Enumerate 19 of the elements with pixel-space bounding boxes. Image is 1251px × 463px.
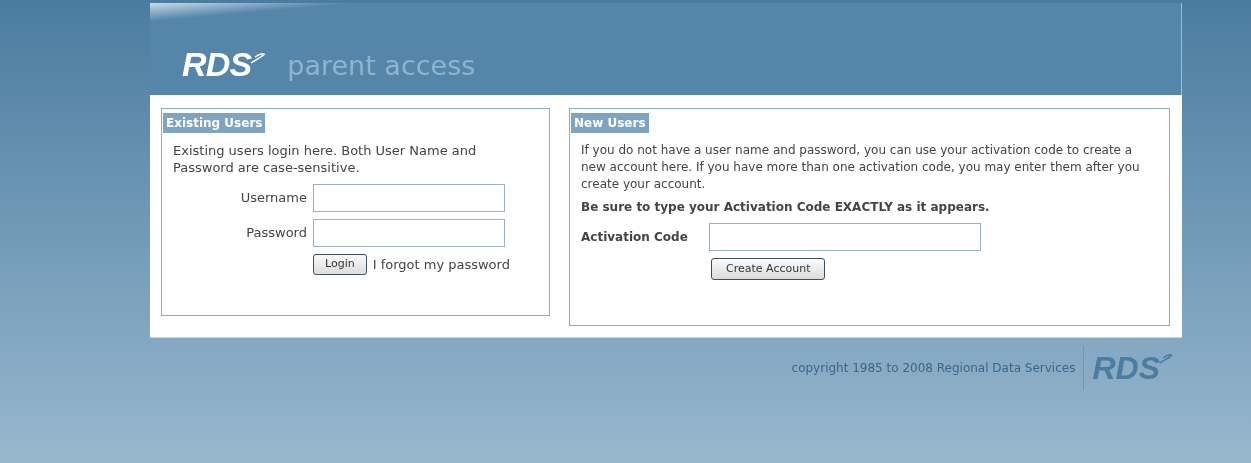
field-label: Password [245, 224, 307, 243]
section-heading: Existing Users [163, 113, 266, 133]
logo-text: RDS [182, 47, 252, 81]
activation-code-field[interactable] [709, 223, 981, 251]
intro-text: Existing users login here. Both User Name and Password are case-sensitive. [173, 142, 478, 176]
input-field[interactable] [313, 184, 505, 212]
copyright-text: copyright 1985 to 2008 Regional Data Services [791, 360, 1076, 377]
login-button[interactable]: Login [313, 254, 367, 275]
orbit-icon [1158, 354, 1174, 365]
field-label: Activation Code [581, 229, 689, 246]
forgot-password-link[interactable]: I forgot my password [372, 254, 510, 275]
input-field[interactable] [313, 219, 505, 247]
field-label: Username [239, 189, 307, 208]
warning-text: Be sure to type your Activation Code EXACTLY as it appears. [581, 199, 991, 216]
section-heading: New Users [571, 113, 649, 133]
intro-text: If you do not have a user name and password, you can use your activation code to create a new account here. If you have more than one activation code, you may enter them after you create your account. [581, 142, 1141, 193]
page-title: parent access [287, 52, 476, 79]
footer-logo-text: RDS [1092, 352, 1160, 384]
create-account-button[interactable]: Create Account [711, 258, 826, 280]
